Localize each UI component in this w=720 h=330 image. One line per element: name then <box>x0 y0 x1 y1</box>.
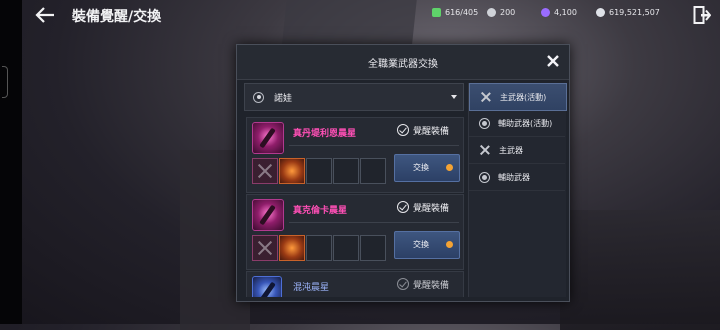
exchange-button[interactable]: 交換 <box>394 154 460 182</box>
weapon-exchange-dialog: 全職業武器交換 諾娃 真丹堤利恩晨星 覺醒裝備 交換 真克倫卡晨星 覺醒裝備 交… <box>236 44 570 302</box>
weapon-thumbnail[interactable] <box>252 199 284 231</box>
weapon-thumbnail[interactable] <box>252 276 282 297</box>
tab-label: 主武器 <box>499 145 523 155</box>
currency-gold: 619,521,507 <box>596 8 660 17</box>
crossed-swords-icon <box>479 144 491 156</box>
tab-main-weapon[interactable]: 主武器 <box>469 137 565 164</box>
notification-dot <box>446 241 453 248</box>
item-name: 混沌晨星 <box>293 283 330 293</box>
divider <box>289 222 459 223</box>
chevron-down-icon <box>451 95 457 99</box>
material-slot[interactable] <box>252 235 278 261</box>
item-card: 混沌晨星 覺醒裝備 <box>246 271 464 297</box>
currency-silver: 200 <box>487 8 515 17</box>
close-icon[interactable] <box>546 54 560 68</box>
currency-crystal: 4,100 <box>541 8 577 17</box>
currency-energy: 616/405 <box>432 8 478 17</box>
character-name: 諾娃 <box>274 93 293 104</box>
tab-main-weapon-event[interactable]: 主武器(活動) <box>469 83 567 111</box>
material-slot[interactable] <box>279 158 305 184</box>
check-circle-icon <box>397 201 409 213</box>
material-slot[interactable] <box>333 235 359 261</box>
exit-icon[interactable] <box>693 5 711 25</box>
check-circle-icon <box>397 278 409 290</box>
item-list-panel: 諾娃 真丹堤利恩晨星 覺醒裝備 交換 真克倫卡晨星 覺醒裝備 交換 混沌晨星 覺… <box>244 83 466 297</box>
orb-icon <box>479 117 490 129</box>
device-side-notch <box>2 66 8 98</box>
material-slots <box>252 235 387 261</box>
material-slot[interactable] <box>360 158 386 184</box>
item-name: 真丹堤利恩晨星 <box>293 129 357 139</box>
weapon-thumbnail[interactable] <box>252 122 284 154</box>
tab-label: 輔助武器(活動) <box>498 118 553 128</box>
exchange-button-label: 交換 <box>413 240 429 249</box>
item-card: 真丹堤利恩晨星 覺醒裝備 交換 <box>246 117 464 193</box>
awakened-status: 覺醒裝備 <box>413 281 450 291</box>
material-slot[interactable] <box>252 158 278 184</box>
material-slots <box>252 158 387 184</box>
purple-crystal-icon <box>541 8 550 17</box>
back-arrow-icon[interactable] <box>34 5 56 25</box>
currency-gold-value: 619,521,507 <box>609 8 660 17</box>
currency-energy-value: 616/405 <box>445 8 479 17</box>
radio-icon <box>253 91 264 103</box>
material-slot[interactable] <box>333 158 359 184</box>
top-bar: 裝備覺醒/交換 616/405 200 4,100 619,521,507 <box>22 0 720 30</box>
material-slot[interactable] <box>279 235 305 261</box>
material-slot[interactable] <box>360 235 386 261</box>
silver-coin-icon <box>596 8 605 17</box>
material-slot[interactable] <box>306 158 332 184</box>
orb-icon <box>479 171 490 183</box>
dialog-title: 全職業武器交換 <box>368 59 438 70</box>
currency-silver-value: 200 <box>500 8 516 17</box>
item-name: 真克倫卡晨星 <box>293 206 348 216</box>
device-bezel <box>0 0 22 324</box>
check-circle-icon <box>397 124 409 136</box>
divider <box>289 145 459 146</box>
green-gem-icon <box>432 8 441 17</box>
awakened-status: 覺醒裝備 <box>413 204 450 214</box>
tab-sub-weapon-event[interactable]: 輔助武器(活動) <box>469 110 565 137</box>
page-title: 裝備覺醒/交換 <box>72 9 162 25</box>
character-dropdown[interactable]: 諾娃 <box>244 83 464 111</box>
category-tabs: 主武器(活動) 輔助武器(活動) 主武器 輔助武器 <box>468 83 567 297</box>
material-slot[interactable] <box>306 235 332 261</box>
tab-label: 輔助武器 <box>498 172 530 182</box>
item-card: 真克倫卡晨星 覺醒裝備 交換 <box>246 194 464 270</box>
dialog-header: 全職業武器交換 <box>237 45 569 80</box>
notification-dot <box>446 164 453 171</box>
exchange-button[interactable]: 交換 <box>394 231 460 259</box>
tab-label: 主武器(活動) <box>500 92 547 102</box>
background-rubble <box>560 210 720 330</box>
awakened-status: 覺醒裝備 <box>413 127 450 137</box>
tab-sub-weapon[interactable]: 輔助武器 <box>469 164 565 191</box>
crossed-swords-icon <box>480 91 492 103</box>
currency-crystal-value: 4,100 <box>554 8 577 17</box>
silver-coin-icon <box>487 8 496 17</box>
exchange-button-label: 交換 <box>413 163 429 172</box>
